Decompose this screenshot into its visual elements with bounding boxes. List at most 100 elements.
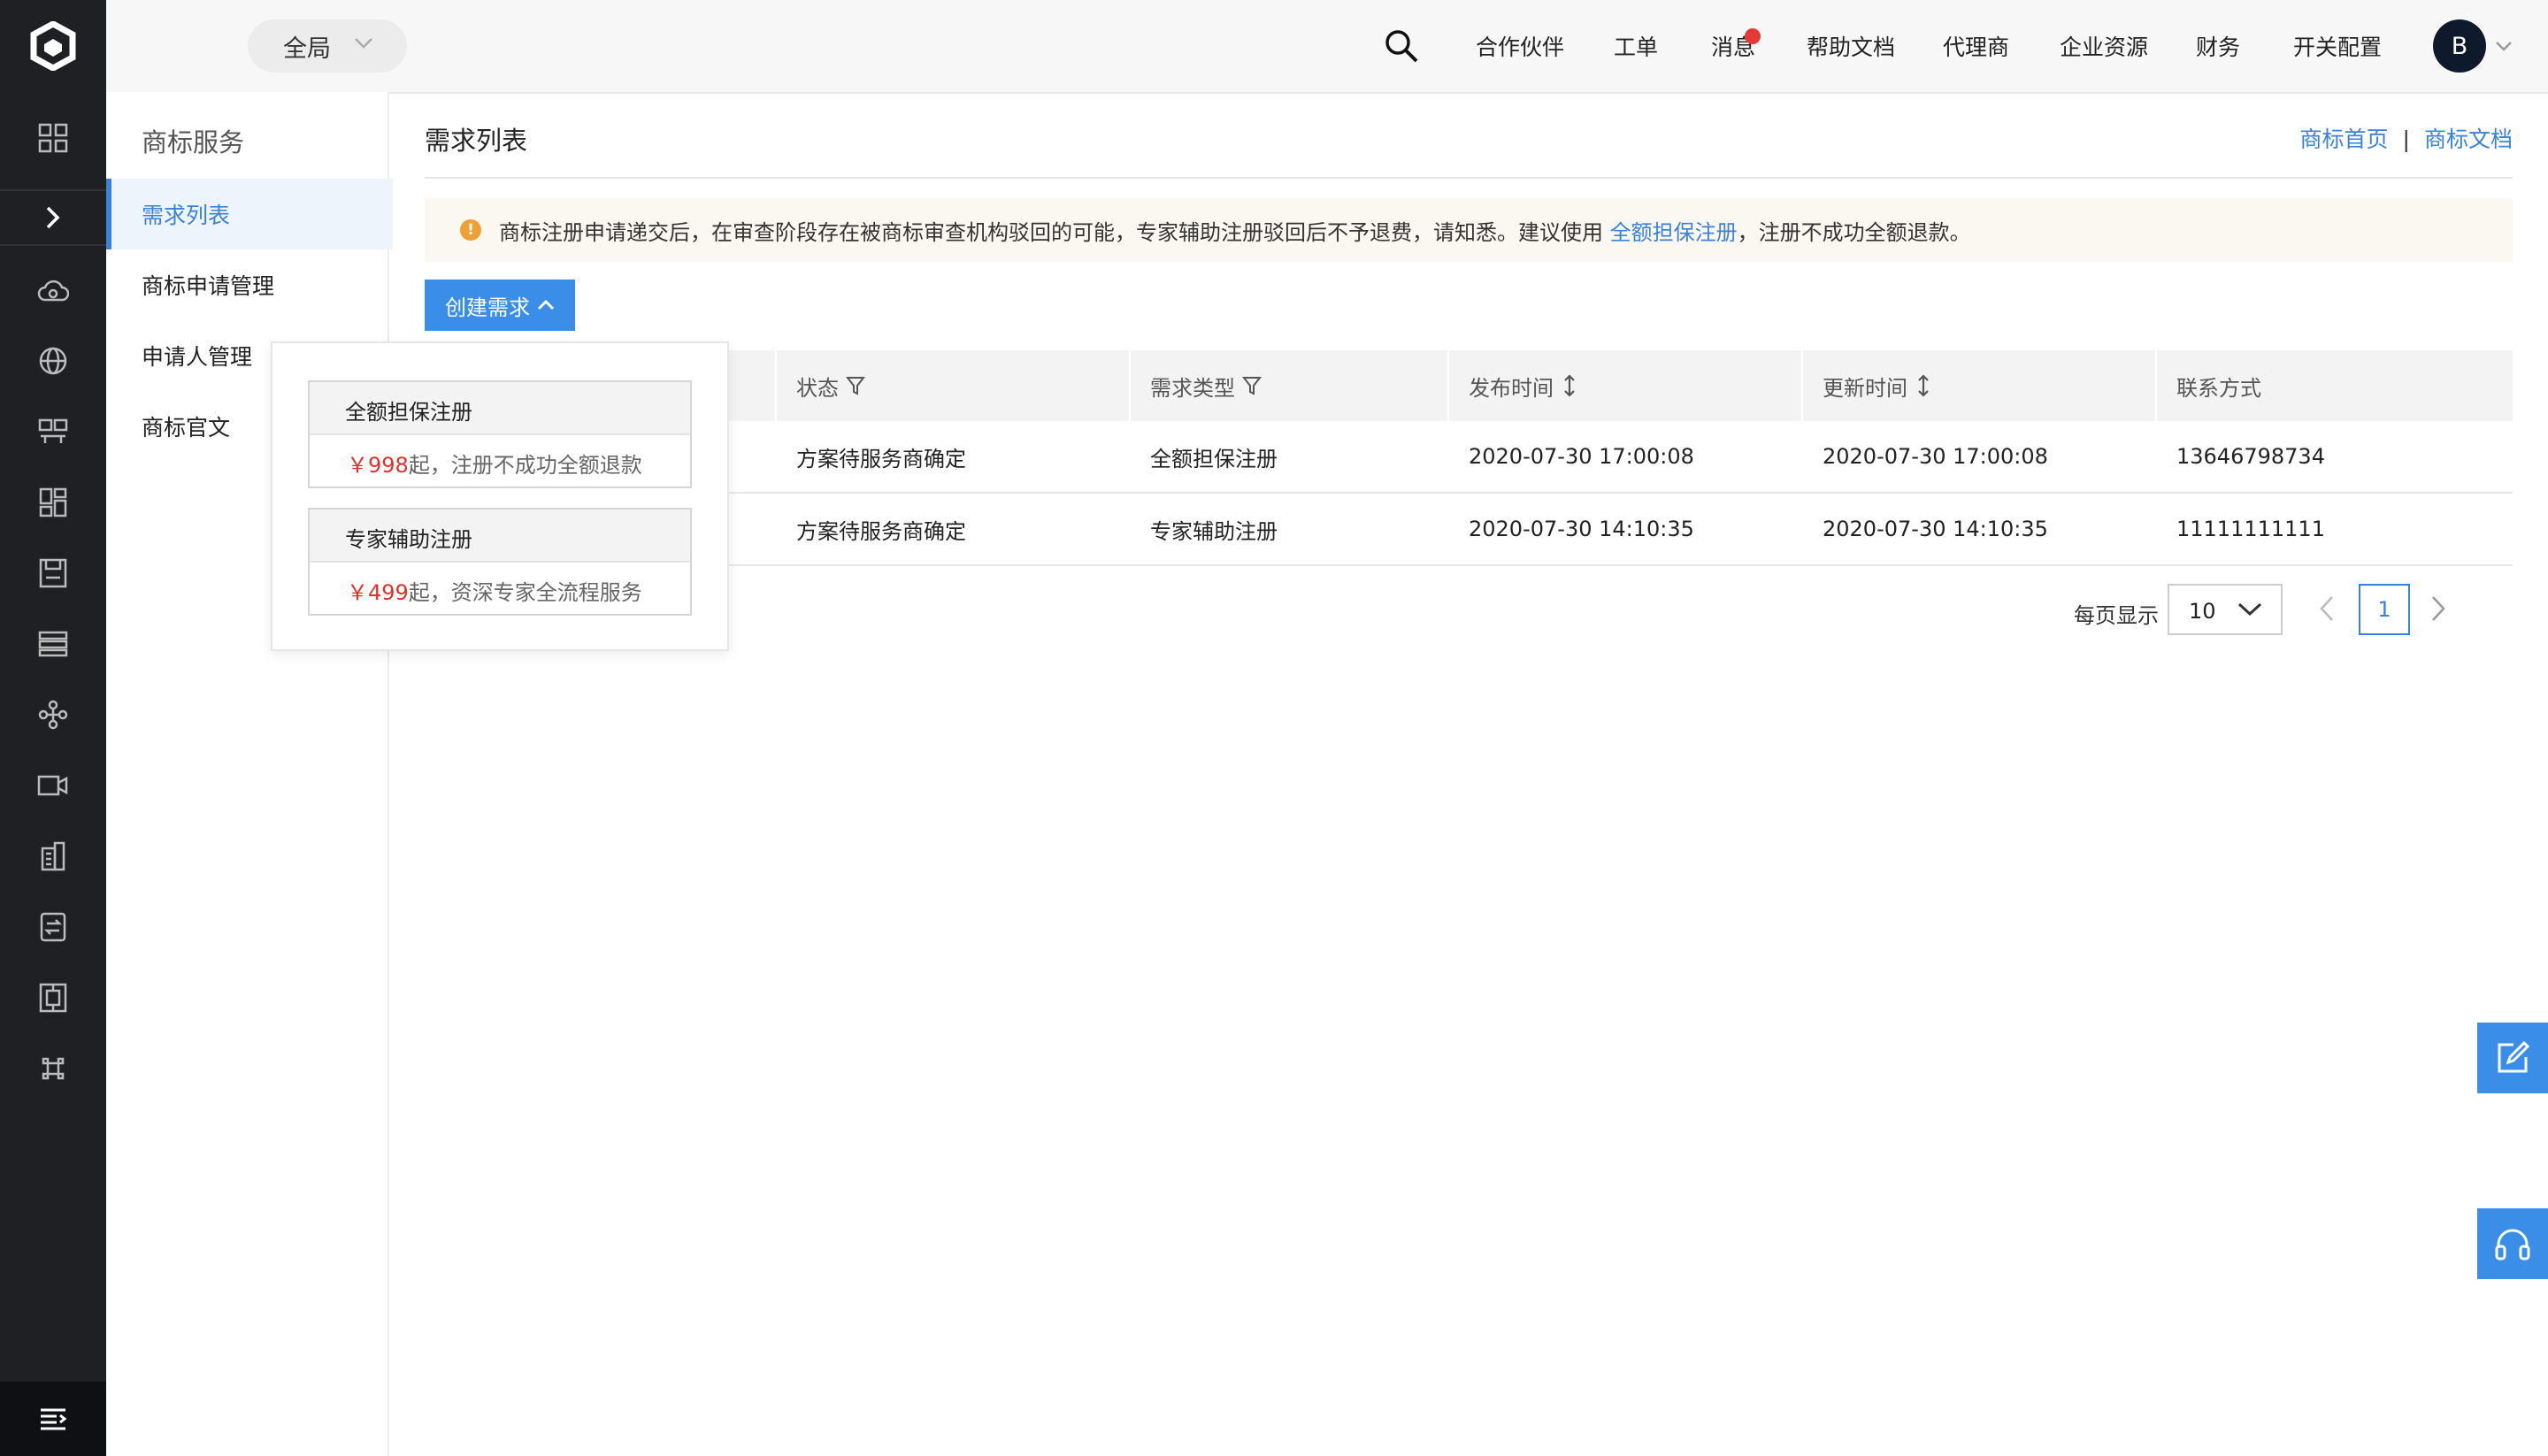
- search-icon[interactable]: [1384, 28, 1419, 64]
- option-desc-text: 起，资深专家全流程服务: [408, 580, 642, 605]
- header-links: 商标首页 | 商标文档: [2300, 122, 2513, 154]
- sidebar-item-label: 商标官文: [142, 415, 231, 441]
- prev-page-icon[interactable]: [2318, 594, 2336, 623]
- filter-icon[interactable]: [846, 375, 865, 396]
- cell-status: 方案待服务商确定: [796, 446, 966, 471]
- option-full-guarantee[interactable]: 全额担保注册 ￥998起，注册不成功全额退款: [308, 380, 692, 488]
- create-requirement-dropdown: 全额担保注册 ￥998起，注册不成功全额退款 专家辅助注册 ￥499起，资深专家…: [271, 341, 729, 651]
- cell-publish-time: 2020-07-30 17:00:08: [1469, 444, 1694, 469]
- chevron-down-icon: [2237, 602, 2262, 617]
- column-type-label: 需求类型: [1150, 375, 1235, 401]
- exchange-icon[interactable]: [0, 900, 106, 954]
- chevron-down-icon: [355, 38, 372, 49]
- network-icon[interactable]: [0, 688, 106, 741]
- nav-enterprise-resources[interactable]: 企业资源: [2060, 30, 2148, 62]
- cell-contact: 11111111111: [2176, 517, 2325, 541]
- column-divider: [1447, 350, 1449, 421]
- nav-tickets[interactable]: 工单: [1614, 30, 1658, 62]
- cell-publish-time: 2020-07-30 14:10:35: [1469, 517, 1694, 541]
- nav-switch-config[interactable]: 开关配置: [2293, 30, 2382, 62]
- sidebar-item-requirements[interactable]: 需求列表: [106, 179, 393, 249]
- create-requirement-button[interactable]: 创建需求: [425, 280, 575, 331]
- option-header: 专家辅助注册: [310, 510, 690, 563]
- sort-icon[interactable]: [1561, 373, 1578, 398]
- column-update-time-label: 更新时间: [1823, 375, 1907, 401]
- column-contact: 联系方式: [2176, 350, 2261, 421]
- sidebar-title: 商标服务: [142, 127, 245, 157]
- page-1-button[interactable]: 1: [2359, 584, 2410, 635]
- column-divider: [1801, 350, 1803, 421]
- logo-icon[interactable]: [0, 0, 106, 92]
- grid-icon[interactable]: [0, 111, 106, 165]
- avatar[interactable]: B: [2433, 19, 2486, 73]
- page-size-label: 每页显示: [2074, 603, 2159, 628]
- chevron-up-icon: [537, 299, 555, 310]
- column-status-label: 状态: [796, 375, 839, 401]
- cell-update-time: 2020-07-30 14:10:35: [1823, 517, 2048, 541]
- sidebar-item-label: 商标申请管理: [142, 273, 275, 299]
- nav-help-docs[interactable]: 帮助文档: [1807, 30, 1895, 62]
- option-price: ￥499: [347, 580, 409, 605]
- cell-type: 全额担保注册: [1150, 446, 1278, 471]
- filter-icon[interactable]: [1242, 375, 1262, 396]
- scope-selector[interactable]: 全局: [248, 19, 407, 73]
- building-icon[interactable]: [0, 830, 106, 883]
- option-title: 专家辅助注册: [345, 527, 472, 552]
- column-status: 状态: [796, 350, 865, 421]
- video-icon[interactable]: [0, 759, 106, 812]
- column-divider: [1129, 350, 1131, 421]
- command-icon[interactable]: [0, 1042, 106, 1095]
- page-size-value: 10: [2189, 599, 2216, 624]
- divider: [425, 177, 2513, 179]
- nav-finance[interactable]: 财务: [2196, 30, 2240, 62]
- list-icon[interactable]: [0, 617, 106, 671]
- menu-icon[interactable]: [0, 1382, 106, 1456]
- monitor-icon[interactable]: [0, 405, 106, 458]
- cell-update-time: 2020-07-30 17:00:08: [1823, 444, 2048, 469]
- column-publish-time: 发布时间: [1469, 350, 1578, 421]
- link-separator: |: [2402, 126, 2410, 152]
- option-desc: ￥998起，注册不成功全额退款: [347, 448, 642, 479]
- column-divider: [2155, 350, 2157, 421]
- dashboard-icon[interactable]: [0, 476, 106, 529]
- cloud-icon[interactable]: [0, 265, 106, 318]
- page-title: 需求列表: [425, 126, 528, 156]
- column-contact-label: 联系方式: [2176, 375, 2261, 401]
- warning-icon: !: [460, 219, 481, 241]
- table-row[interactable]: 方案待服务商确定 全额担保注册 2020-07-30 17:00:08 2020…: [425, 421, 2513, 494]
- edit-icon: [2498, 1040, 2530, 1073]
- support-button[interactable]: [2477, 1208, 2548, 1279]
- cell-status: 方案待服务商确定: [796, 518, 966, 544]
- sidebar-item-label: 申请人管理: [142, 344, 253, 370]
- left-rail: [0, 0, 106, 1456]
- trademark-docs-link[interactable]: 商标文档: [2424, 126, 2513, 152]
- notice-text: 商标注册申请递交后，在审查阶段存在被商标审查机构驳回的可能，专家辅助注册驳回后不…: [499, 215, 1971, 246]
- table-header: 状态 需求类型 发布时间 更新时间 联系方式: [425, 350, 2513, 421]
- full-guarantee-link[interactable]: 全额担保注册: [1610, 220, 1738, 245]
- feedback-button[interactable]: [2477, 1023, 2548, 1093]
- option-title: 全额担保注册: [345, 400, 472, 425]
- notice-banner: ! 商标注册申请递交后，在审查阶段存在被商标审查机构驳回的可能，专家辅助注册驳回…: [425, 198, 2513, 262]
- nav-agents[interactable]: 代理商: [1943, 30, 2009, 62]
- sort-icon[interactable]: [1915, 373, 1932, 398]
- cell-contact: 13646798734: [2176, 444, 2325, 469]
- frame-icon[interactable]: [0, 971, 106, 1024]
- page-size-select[interactable]: 10: [2168, 584, 2283, 635]
- globe-icon[interactable]: [0, 334, 106, 387]
- table-row[interactable]: 方案待服务商确定 专家辅助注册 2020-07-30 14:10:35 2020…: [425, 494, 2513, 566]
- next-page-icon[interactable]: [2429, 594, 2447, 623]
- message-badge: [1745, 28, 1761, 44]
- column-divider: [775, 350, 777, 421]
- avatar-chevron-icon[interactable]: [2495, 41, 2513, 51]
- expand-icon[interactable]: [0, 189, 106, 246]
- column-publish-time-label: 发布时间: [1469, 375, 1554, 401]
- save-icon[interactable]: [0, 547, 106, 600]
- top-bar: 全局 合作伙伴 工单 消息 帮助文档 代理商 企业资源 财务 开关配置 B: [106, 0, 2548, 94]
- cell-type: 专家辅助注册: [1150, 518, 1278, 544]
- create-button-label: 创建需求: [445, 295, 530, 320]
- trademark-home-link[interactable]: 商标首页: [2300, 126, 2389, 152]
- nav-partners[interactable]: 合作伙伴: [1476, 30, 1564, 62]
- sidebar-item-applications[interactable]: 商标申请管理: [106, 249, 388, 320]
- option-expert-assisted[interactable]: 专家辅助注册 ￥499起，资深专家全流程服务: [308, 508, 692, 616]
- headset-icon: [2495, 1229, 2530, 1261]
